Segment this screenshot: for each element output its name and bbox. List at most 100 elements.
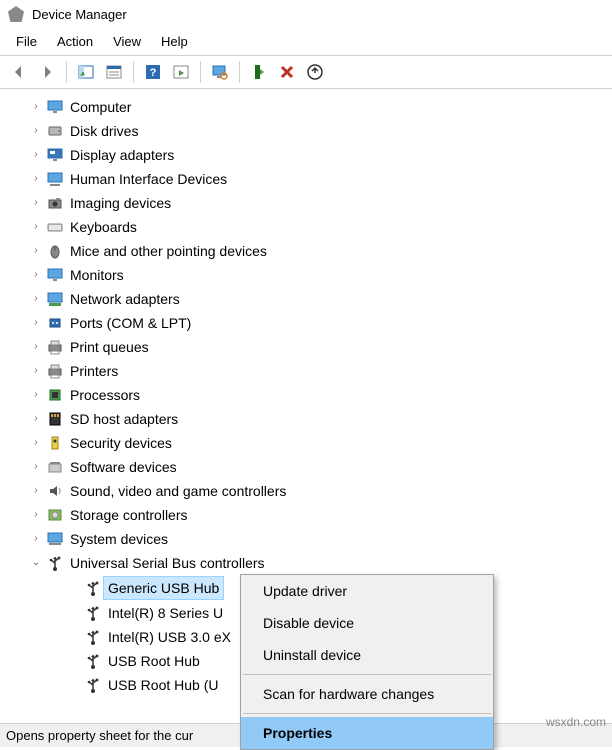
tree-category-label: SD host adapters xyxy=(70,408,182,430)
ctx-scan-hardware[interactable]: Scan for hardware changes xyxy=(241,678,493,710)
chevron-right-icon[interactable]: › xyxy=(28,531,44,547)
tree-device-label: USB Root Hub xyxy=(108,650,204,672)
tree-category[interactable]: › Imaging devices xyxy=(6,191,612,215)
tree-category-label: Disk drives xyxy=(70,120,142,142)
tree-category[interactable]: › Processors xyxy=(6,383,612,407)
ctx-properties[interactable]: Properties xyxy=(241,717,493,749)
tree-category-label: Computer xyxy=(70,96,135,118)
tree-category[interactable]: › Human Interface Devices xyxy=(6,167,612,191)
tree-category[interactable]: ›System devices xyxy=(6,527,612,551)
menu-help[interactable]: Help xyxy=(151,30,198,53)
nav-back-button[interactable] xyxy=(6,59,32,85)
chevron-right-icon[interactable]: › xyxy=(28,219,44,235)
tree-category[interactable]: › Monitors xyxy=(6,263,612,287)
security-icon xyxy=(46,435,64,451)
ctx-update-driver[interactable]: Update driver xyxy=(241,575,493,607)
toolbar-separator xyxy=(133,61,134,83)
scan-hardware-button[interactable] xyxy=(207,59,233,85)
chevron-right-icon[interactable]: › xyxy=(28,195,44,211)
chevron-right-icon[interactable]: › xyxy=(28,435,44,451)
chevron-right-icon[interactable]: › xyxy=(28,243,44,259)
chevron-down-icon[interactable]: ⌄ xyxy=(28,555,44,571)
device-manager-icon xyxy=(8,6,24,22)
tree-category[interactable]: › Software devices xyxy=(6,455,612,479)
tree-category[interactable]: › Keyboards xyxy=(6,215,612,239)
tree-category-label: Monitors xyxy=(70,264,128,286)
tree-category-label: Ports (COM & LPT) xyxy=(70,312,195,334)
toolbar-separator xyxy=(239,61,240,83)
ctx-separator xyxy=(243,713,491,714)
nav-forward-button[interactable] xyxy=(34,59,60,85)
usb-icon xyxy=(84,677,102,693)
ctx-uninstall-device[interactable]: Uninstall device xyxy=(241,639,493,671)
chevron-right-icon[interactable]: › xyxy=(28,123,44,139)
tree-category[interactable]: › Printers xyxy=(6,359,612,383)
tree-category-label: Processors xyxy=(70,384,144,406)
tree-category-label: Mice and other pointing devices xyxy=(70,240,271,262)
tree-category-label: Printers xyxy=(70,360,122,382)
tree-category[interactable]: ›Sound, video and game controllers xyxy=(6,479,612,503)
chevron-right-icon[interactable]: › xyxy=(28,147,44,163)
tree-category-label: Imaging devices xyxy=(70,192,175,214)
properties-button[interactable] xyxy=(101,59,127,85)
usb-icon xyxy=(46,555,64,571)
show-hide-tree-button[interactable] xyxy=(73,59,99,85)
keyboard-icon xyxy=(46,219,64,235)
enable-device-button[interactable] xyxy=(246,59,272,85)
tree-category[interactable]: › Computer xyxy=(6,95,612,119)
tree-category[interactable]: ⌄Universal Serial Bus controllers xyxy=(6,551,612,575)
tree-category-label: Display adapters xyxy=(70,144,178,166)
arrow-left-icon xyxy=(11,64,27,80)
chevron-right-icon[interactable]: › xyxy=(28,507,44,523)
tree-category[interactable]: ›Storage controllers xyxy=(6,503,612,527)
titlebar: Device Manager xyxy=(0,0,612,28)
menubar: File Action View Help xyxy=(0,28,612,56)
tree-device-label: Intel(R) 8 Series U xyxy=(108,602,227,624)
action-button[interactable] xyxy=(168,59,194,85)
tree-category-label: Software devices xyxy=(70,456,181,478)
mouse-icon xyxy=(46,243,64,259)
chevron-right-icon[interactable]: › xyxy=(28,171,44,187)
tree-category-label: Keyboards xyxy=(70,216,141,238)
tree-category[interactable]: ›Security devices xyxy=(6,431,612,455)
tree-category[interactable]: › Print queues xyxy=(6,335,612,359)
chevron-right-icon[interactable]: › xyxy=(28,291,44,307)
menu-action[interactable]: Action xyxy=(47,30,103,53)
tree-category-label: Human Interface Devices xyxy=(70,168,231,190)
display-icon xyxy=(46,147,64,163)
usb-icon xyxy=(84,629,102,645)
help-button[interactable]: ? xyxy=(140,59,166,85)
svg-text:?: ? xyxy=(150,67,157,79)
tree-category-label: Print queues xyxy=(70,336,153,358)
tree-category[interactable]: › Disk drives xyxy=(6,119,612,143)
ctx-separator xyxy=(243,674,491,675)
device-enable-icon xyxy=(251,64,267,80)
chevron-right-icon[interactable]: › xyxy=(28,483,44,499)
tree-category[interactable]: › Display adapters xyxy=(6,143,612,167)
ctx-disable-device[interactable]: Disable device xyxy=(241,607,493,639)
chevron-right-icon[interactable]: › xyxy=(28,459,44,475)
chevron-right-icon[interactable]: › xyxy=(28,363,44,379)
sd-icon xyxy=(46,411,64,427)
update-circle-icon xyxy=(307,64,323,80)
tree-category[interactable]: › Ports (COM & LPT) xyxy=(6,311,612,335)
window-run-icon xyxy=(173,64,189,80)
chevron-right-icon[interactable]: › xyxy=(28,339,44,355)
update-driver-button[interactable] xyxy=(302,59,328,85)
tree-category[interactable]: › SD host adapters xyxy=(6,407,612,431)
menu-view[interactable]: View xyxy=(103,30,151,53)
chevron-right-icon[interactable]: › xyxy=(28,387,44,403)
tree-category[interactable]: › Mice and other pointing devices xyxy=(6,239,612,263)
uninstall-button[interactable] xyxy=(274,59,300,85)
port-icon xyxy=(46,315,64,331)
chevron-right-icon[interactable]: › xyxy=(28,99,44,115)
software-icon xyxy=(46,459,64,475)
tree-category[interactable]: ›Network adapters xyxy=(6,287,612,311)
sound-icon xyxy=(46,483,64,499)
chevron-right-icon[interactable]: › xyxy=(28,315,44,331)
menu-file[interactable]: File xyxy=(6,30,47,53)
chevron-right-icon[interactable]: › xyxy=(28,267,44,283)
help-icon: ? xyxy=(145,64,161,80)
arrow-right-icon xyxy=(39,64,55,80)
chevron-right-icon[interactable]: › xyxy=(28,411,44,427)
